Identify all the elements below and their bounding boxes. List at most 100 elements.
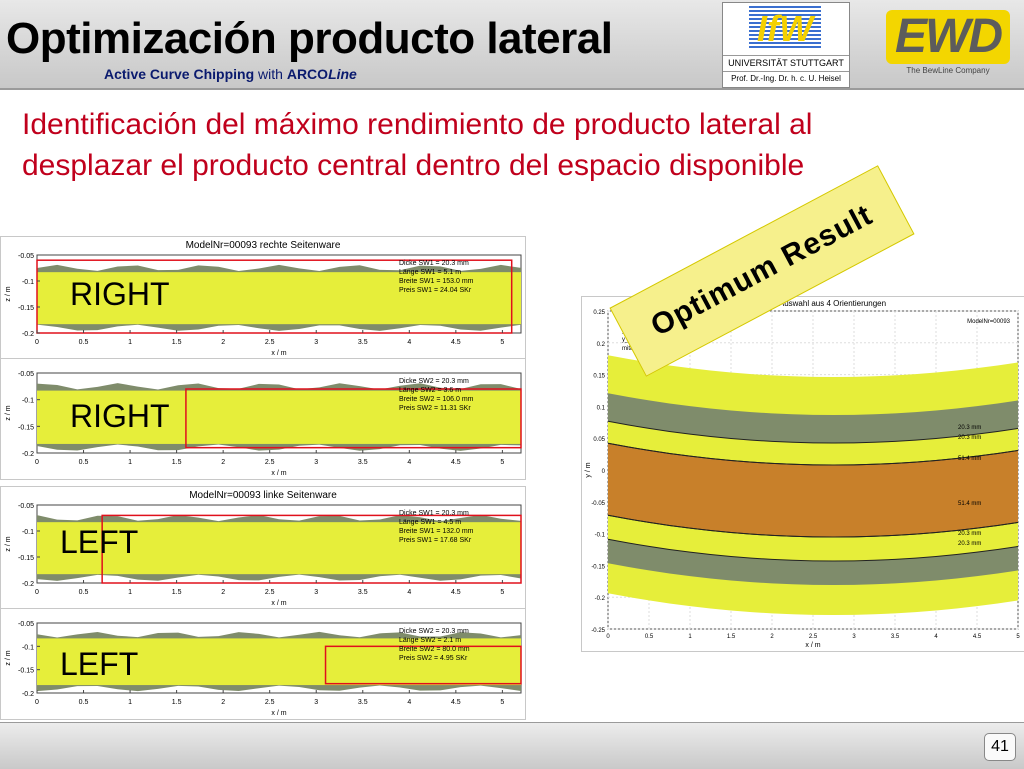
y-tick-label: -0.2 [22,691,34,698]
side-label-right-1: RIGHT [70,276,170,312]
slide-header: Optimización producto lateral Active Cur… [0,0,1024,90]
board-info-line: Dicke SW2 = 20.3 mm [399,378,469,385]
x-tick-label: 1 [128,339,132,346]
x-tick-label: 0 [606,634,610,640]
page-number: 41 [984,733,1016,761]
y-tick-label: -0.2 [22,331,34,338]
y-tick-label: -0.05 [591,501,605,507]
board-info-line: Dicke SW2 = 20.3 mm [399,628,469,635]
y-tick-label: -0.1 [22,644,34,651]
y-axis-label: z / m [5,405,12,420]
subtitle-line: Line [328,66,357,82]
x-tick-label: 2 [221,589,225,596]
y-tick-label: -0.2 [22,451,34,458]
board-info-line: Länge SW1 = 5.1 m [399,269,461,276]
board-info-line: Länge SW2 = 2.1 m [399,637,461,644]
slide-title: Optimización producto lateral [6,14,613,63]
chart-title: ModelNr=00093 linke Seitenware [189,490,337,501]
y-tick-label: -0.15 [591,564,605,570]
y-axis-label: y / m [585,462,592,477]
y-tick-label: -0.25 [591,628,605,634]
x-tick-label: 3.5 [358,459,368,466]
board-info-line: Preis SW2 = 4.95 SKr [399,655,468,662]
y-tick-label: -0.05 [18,371,34,378]
x-tick-label: 3 [852,634,856,640]
ifw-professor: Prof. Dr.-Ing. Dr. h. c. U. Heisel [723,71,849,83]
x-tick-label: 0 [35,699,39,706]
x-tick-label: 3 [314,459,318,466]
x-tick-label: 5 [500,459,504,466]
x-tick-label: 4.5 [451,459,461,466]
board-info-line: Länge SW2 = 3.6 m [399,387,461,394]
board-info-line: Breite SW2 = 80.0 mm [399,646,470,653]
x-tick-label: 0 [35,339,39,346]
x-tick-label: 1.5 [172,699,182,706]
ewd-mark: EWD [886,10,1010,64]
ewd-tagline: The BewLine Company [906,66,990,75]
y-tick-label: 0.2 [597,342,606,348]
ifw-logo: IfW UNIVERSITÄT STUTTGART Prof. Dr.-Ing.… [722,2,850,88]
x-tick-label: 0.5 [79,339,89,346]
ifw-university: UNIVERSITÄT STUTTGART [723,55,849,68]
y-tick-label: -0.1 [595,533,606,539]
x-tick-label: 4.5 [451,699,461,706]
x-tick-label: 4 [407,339,411,346]
side-label-left-1: LEFT [60,524,139,560]
x-tick-label: 2 [770,634,774,640]
x-tick-label: 1 [128,459,132,466]
x-tick-label: 1 [688,634,692,640]
x-axis-label: x / m [271,600,286,607]
x-tick-label: 4 [407,459,411,466]
x-tick-label: 4.5 [451,339,461,346]
board-info-line: Breite SW1 = 153.0 mm [399,278,474,285]
subtitle-arco: ARCO [286,66,329,82]
y-tick-label: 0.25 [593,310,605,316]
y-tick-label: -0.1 [22,279,34,286]
x-tick-label: 3.5 [358,589,368,596]
x-tick-label: 5 [500,699,504,706]
y-tick-label: 0 [602,469,606,475]
board-info-line: Breite SW2 = 106.0 mm [399,396,474,403]
y-tick-label: -0.05 [18,621,34,628]
y-tick-label: 0.1 [597,405,606,411]
y-tick-label: -0.05 [18,253,34,260]
x-tick-label: 1.5 [172,339,182,346]
x-tick-label: 5 [500,339,504,346]
x-tick-label: 1.5 [172,589,182,596]
y-axis-label: z / m [5,286,12,301]
y-tick-label: 0.05 [593,437,605,443]
x-tick-label: 3.5 [891,634,900,640]
x-tick-label: 3 [314,339,318,346]
slide-footer: 41 [0,722,1024,769]
x-tick-label: 1 [128,699,132,706]
x-tick-label: 4 [407,589,411,596]
board-thickness-label: 20.3 mm [958,541,981,547]
ifw-mark: IfW [749,6,821,49]
x-axis-label: x / m [271,710,286,717]
board-thickness-label: 20.3 mm [958,531,981,537]
intro-text: Identificación del máximo rendimiento de… [22,108,813,182]
model-number-label: ModelNr=00093 [967,319,1011,325]
x-tick-label: 2.5 [809,634,818,640]
x-tick-label: 5 [500,589,504,596]
x-tick-label: 0.5 [79,699,89,706]
x-tick-label: 1.5 [727,634,736,640]
y-tick-label: -0.15 [18,305,34,312]
x-tick-label: 2.5 [265,459,275,466]
y-tick-label: -0.2 [595,596,606,602]
subtitle-main: Active Curve Chipping [104,66,255,82]
x-tick-label: 2.5 [265,339,275,346]
ewd-logo: EWD The BewLine Company [886,10,1016,75]
board-thickness-label: 20.3 mm [958,435,981,441]
board-info-line: Preis SW1 = 24.04 SKr [399,287,472,294]
y-tick-label: -0.2 [22,581,34,588]
y-axis-label: z / m [5,536,12,551]
x-tick-label: 2 [221,699,225,706]
x-tick-label: 0.5 [79,589,89,596]
side-label-right-2: RIGHT [70,398,170,434]
y-tick-label: -0.05 [18,503,34,510]
x-tick-label: 0.5 [79,459,89,466]
board-thickness-label: 51.4 mm [958,456,981,462]
x-tick-label: 0.5 [645,634,654,640]
x-axis-label: x / m [271,350,286,357]
